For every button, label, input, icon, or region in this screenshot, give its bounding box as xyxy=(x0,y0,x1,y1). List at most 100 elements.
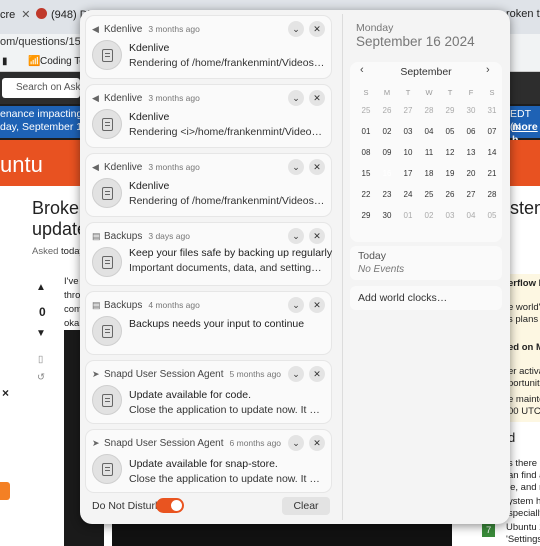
dark-window-strip xyxy=(112,523,452,546)
calendar-day[interactable]: 10 xyxy=(398,144,418,162)
orange-button[interactable] xyxy=(0,482,10,500)
calendar-day[interactable]: 25 xyxy=(419,186,439,204)
calendar-day[interactable]: 07 xyxy=(482,123,502,141)
weekday-header: S xyxy=(489,88,495,97)
calendar-day[interactable]: 03 xyxy=(440,207,460,225)
calendar-day-number: 26 xyxy=(382,106,392,115)
backups-icon: ▤ xyxy=(92,300,101,310)
calendar-day[interactable]: 23 xyxy=(377,186,397,204)
calendar-day[interactable]: 18 xyxy=(419,165,439,183)
calendar-day[interactable]: 13 xyxy=(461,144,481,162)
notification-card[interactable]: ▤ Backups 3 days ago ⌄ ✕ Keep your files safe… xyxy=(86,223,332,285)
close-icon[interactable]: ✕ xyxy=(21,9,30,21)
calendar-day[interactable]: 25 xyxy=(356,102,376,120)
month-name[interactable]: September xyxy=(350,66,502,78)
close-icon[interactable]: ✕ xyxy=(309,228,325,244)
notification-app-icon xyxy=(92,385,122,415)
site-search-input[interactable]: Search on Ask Ub xyxy=(2,78,80,98)
calendar-day[interactable]: 21 xyxy=(482,165,502,183)
notification-title: Update available for code. xyxy=(129,389,251,401)
calendar-day[interactable]: 19 xyxy=(440,165,460,183)
calendar-day[interactable]: 29 xyxy=(356,207,376,225)
calendar-day[interactable]: 17 xyxy=(398,165,418,183)
calendar-day-number: 23 xyxy=(382,190,392,199)
calendar-day-number: 17 xyxy=(403,169,413,178)
vote-count: 0 xyxy=(39,305,46,319)
close-icon[interactable]: × xyxy=(2,386,9,400)
calendar-day[interactable]: 20 xyxy=(461,165,481,183)
calendar-day[interactable]: 26 xyxy=(440,186,460,204)
bookmark-chart-icon[interactable]: 📶 xyxy=(28,56,40,67)
calendar-day[interactable]: 29 xyxy=(440,102,460,120)
calendar-day[interactable]: 09 xyxy=(377,144,397,162)
calendar-day[interactable]: 01 xyxy=(398,207,418,225)
close-icon[interactable]: ✕ xyxy=(309,366,325,382)
calendar-day[interactable]: 05 xyxy=(440,123,460,141)
notification-card[interactable]: ➤ Snapd User Session Agent 6 months ago ⌄ ✕ U… xyxy=(86,430,331,492)
calendar-day[interactable]: 02 xyxy=(377,123,397,141)
close-icon[interactable]: ✕ xyxy=(309,21,325,37)
calendar-day[interactable]: 05 xyxy=(482,207,502,225)
chevron-down-icon[interactable]: ⌄ xyxy=(288,21,304,37)
chevron-down-icon[interactable]: ⌄ xyxy=(288,228,304,244)
notification-time: 5 months ago xyxy=(229,369,282,379)
downvote-icon[interactable]: ▼ xyxy=(36,328,46,339)
calendar-day[interactable]: 03 xyxy=(398,123,418,141)
calendar-day[interactable]: 26 xyxy=(377,102,397,120)
calendar-day[interactable]: 11 xyxy=(419,144,439,162)
events-section[interactable]: Today No Events xyxy=(350,246,502,280)
notification-card[interactable]: ◀ Kdenlive 3 months ago ⌄ ✕ Kdenlive Rendering… xyxy=(86,16,331,78)
history-icon[interactable]: ↺ xyxy=(37,372,45,383)
bookmark-item[interactable]: ▮ xyxy=(2,56,8,67)
calendar-day[interactable]: 31 xyxy=(482,102,502,120)
calendar-day[interactable]: 27 xyxy=(398,102,418,120)
calendar-day[interactable]: 02 xyxy=(419,207,439,225)
chevron-down-icon[interactable]: ⌄ xyxy=(288,90,304,106)
notification-card[interactable]: ➤ Snapd User Session Agent 5 months ago ⌄ ✕ U… xyxy=(86,361,331,423)
bookmark-icon[interactable]: ▯ xyxy=(38,354,43,365)
calendar-day[interactable]: 22 xyxy=(356,186,376,204)
close-icon[interactable]: ✕ xyxy=(309,297,325,313)
notification-card[interactable]: ◀ Kdenlive 3 months ago ⌄ ✕ Kdenlive Rendering… xyxy=(86,154,331,216)
calendar-day[interactable]: 27 xyxy=(461,186,481,204)
close-icon[interactable]: ✕ xyxy=(309,90,325,106)
calendar-day[interactable]: 28 xyxy=(419,102,439,120)
clear-button[interactable]: Clear xyxy=(282,497,330,515)
notification-header: ◀ Kdenlive 3 months ago xyxy=(92,162,200,173)
calendar-day-number: 28 xyxy=(487,190,497,199)
calendar-day[interactable]: 15 xyxy=(356,165,376,183)
related-link[interactable]: Ubuntu 24 xyxy=(506,522,540,533)
notification-title: Kdenlive xyxy=(129,180,170,192)
sidebar-card: erflow B e world's s plans fo xyxy=(506,274,540,338)
full-date[interactable]: September 16 2024 xyxy=(356,34,475,49)
document-icon xyxy=(102,187,113,200)
calendar-day[interactable]: 08 xyxy=(356,144,376,162)
calendar-day[interactable]: 30 xyxy=(377,207,397,225)
close-icon[interactable]: ✕ xyxy=(309,159,325,175)
calendar-day[interactable]: 06 xyxy=(461,123,481,141)
close-icon[interactable]: ✕ xyxy=(309,435,325,451)
notification-card[interactable]: ◀ Kdenlive 3 months ago ⌄ ✕ Kdenlive Rendering… xyxy=(86,85,331,147)
world-clocks-button[interactable]: Add world clocks… xyxy=(350,286,502,310)
calendar-day[interactable]: 01 xyxy=(356,123,376,141)
chevron-down-icon[interactable]: ⌄ xyxy=(288,297,304,313)
notification-card[interactable]: ▤ Backups 4 months ago ⌄ ✕ Backups needs your… xyxy=(86,292,331,354)
chevron-down-icon[interactable]: ⌄ xyxy=(288,159,304,175)
calendar-day[interactable]: 14 xyxy=(482,144,502,162)
chevron-down-icon[interactable]: ⌄ xyxy=(288,366,304,382)
calendar-day[interactable]: 04 xyxy=(419,123,439,141)
next-month-button[interactable]: › xyxy=(486,64,490,76)
calendar-day[interactable]: 04 xyxy=(461,207,481,225)
do-not-disturb-toggle[interactable] xyxy=(156,498,184,513)
upvote-icon[interactable]: ▲ xyxy=(36,282,46,293)
calendar-day[interactable]: 30 xyxy=(461,102,481,120)
calendar-day[interactable]: 28 xyxy=(482,186,502,204)
browser-tab[interactable]: cre ✕ xyxy=(0,8,31,21)
calendar-day-today[interactable]: 16 xyxy=(377,165,397,183)
notification-app-icon xyxy=(92,40,122,70)
bookmark-item[interactable]: Coding Te xyxy=(40,56,85,67)
chevron-down-icon[interactable]: ⌄ xyxy=(288,435,304,451)
calendar-day[interactable]: 24 xyxy=(398,186,418,204)
browser-tab[interactable]: roken te xyxy=(506,8,540,20)
calendar-day[interactable]: 12 xyxy=(440,144,460,162)
